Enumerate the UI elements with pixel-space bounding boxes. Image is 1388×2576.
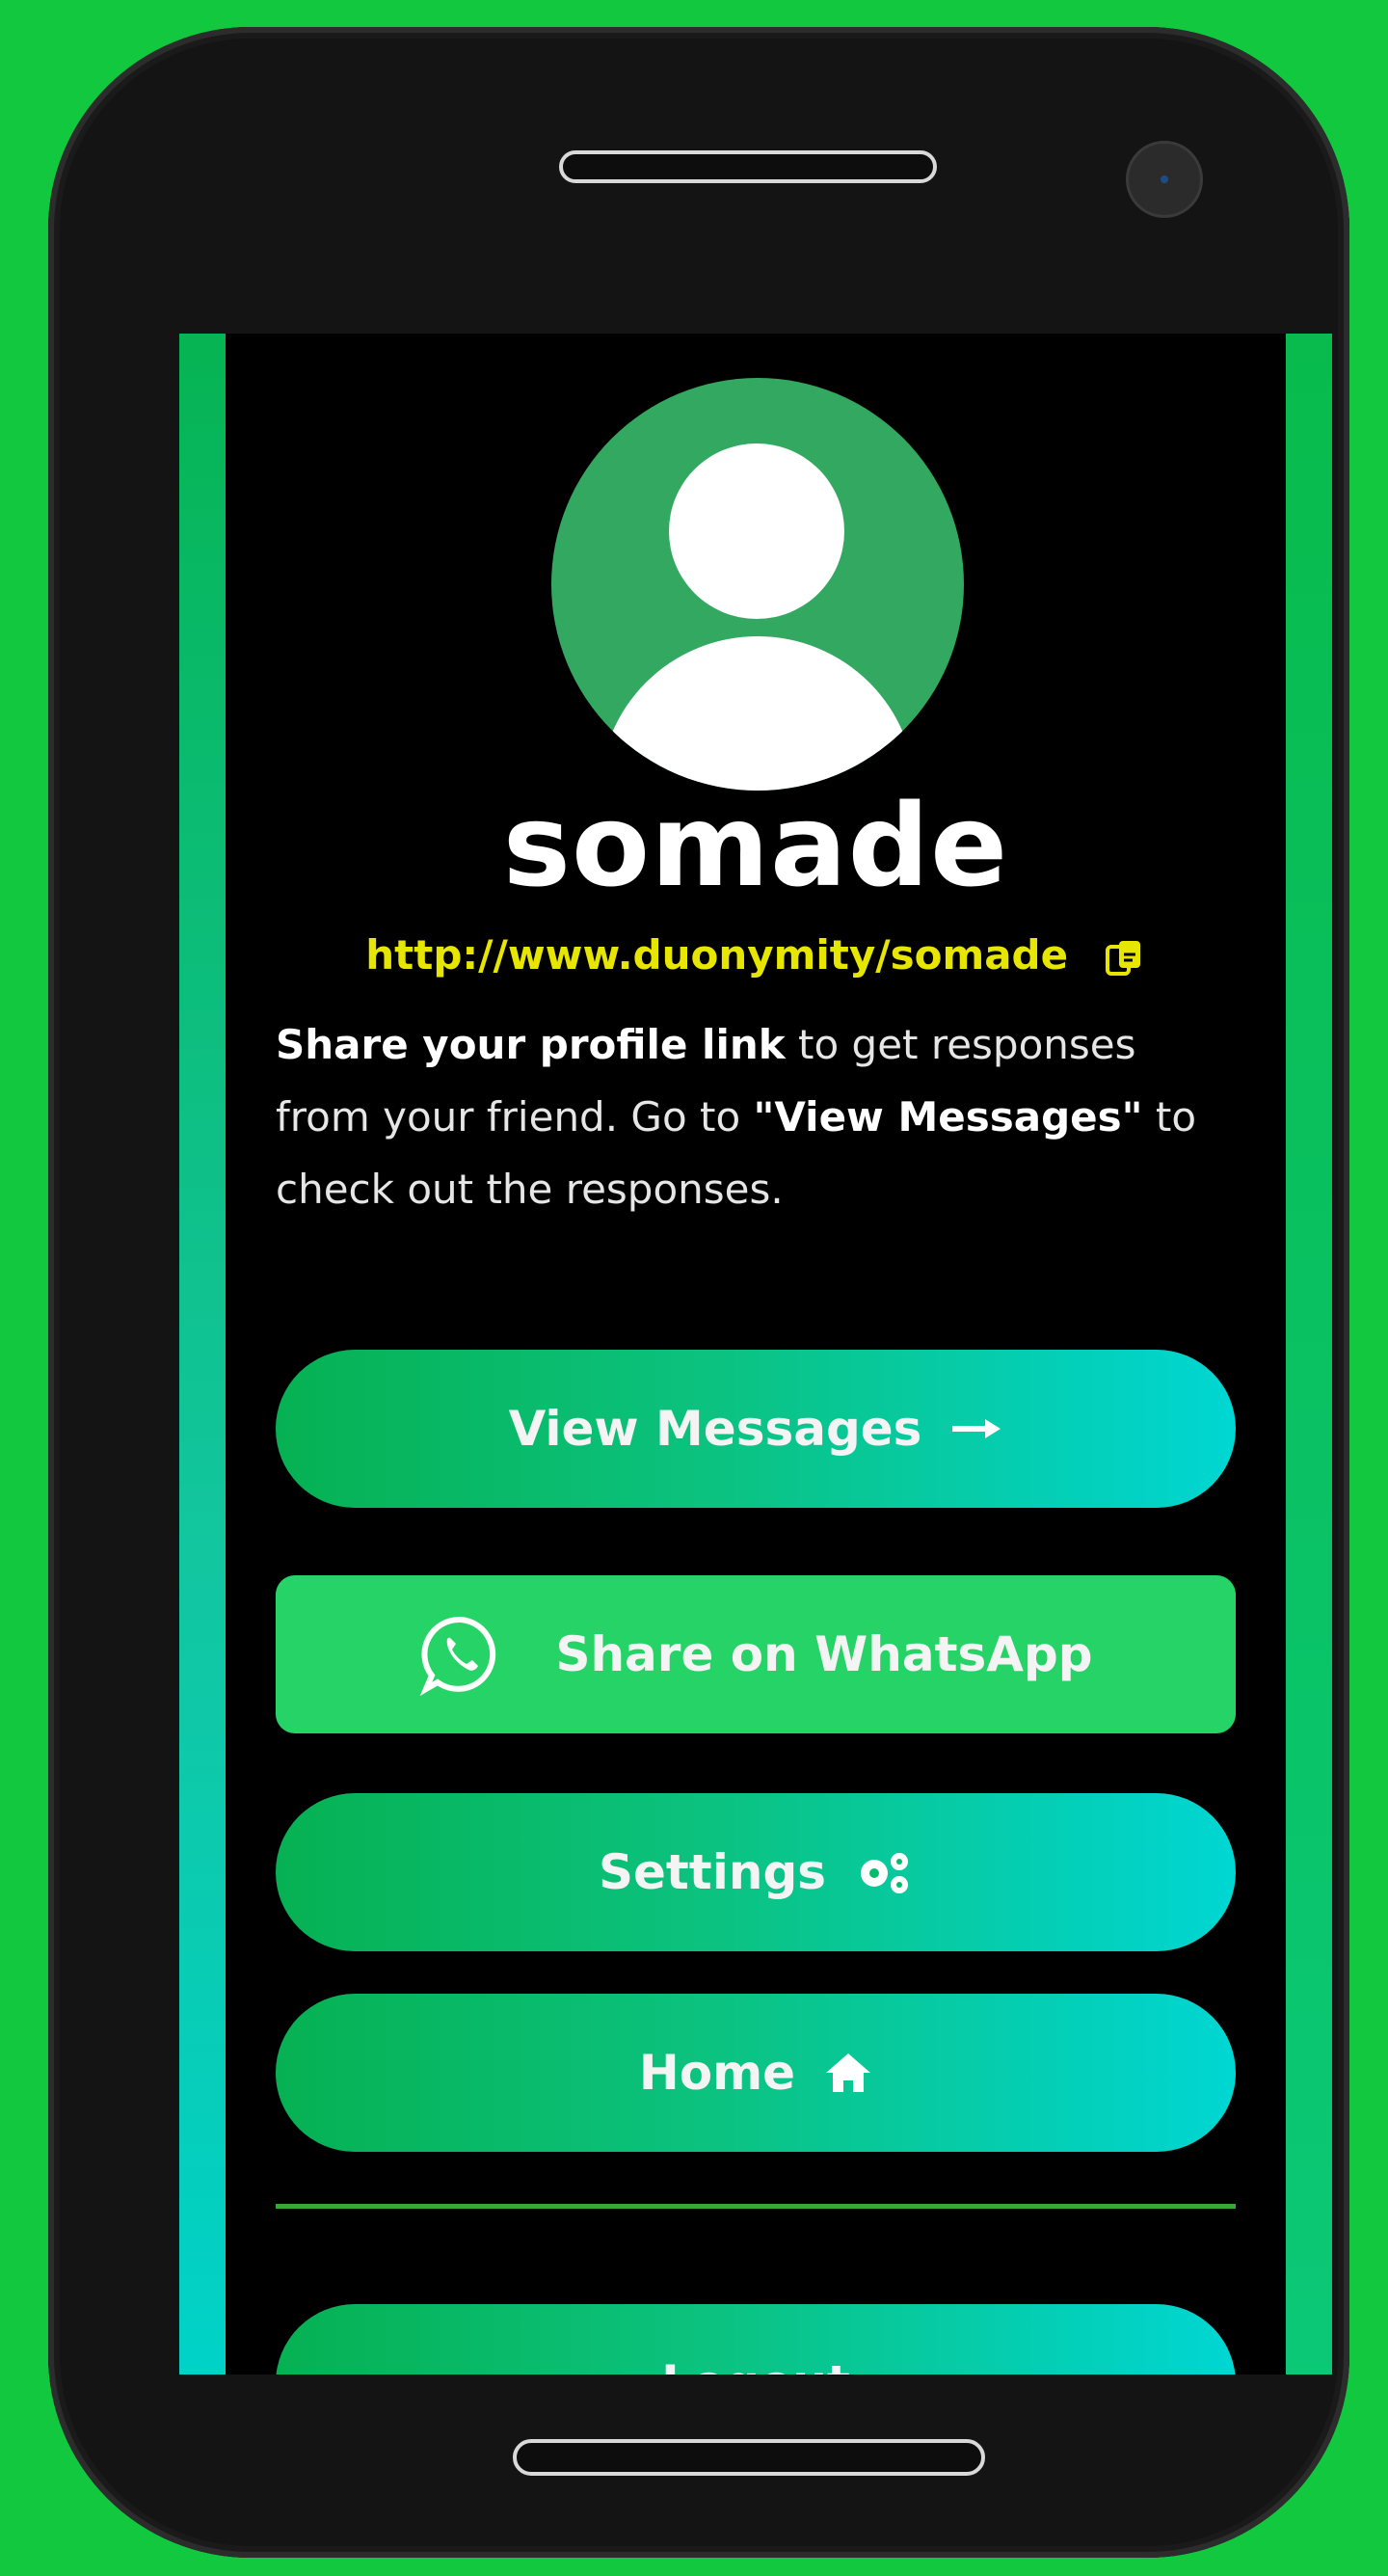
home-button[interactable]: Home [276, 1994, 1236, 2152]
phone-frame: somade http://www.duonymity/somade Share… [48, 27, 1349, 2558]
avatar-head [669, 443, 844, 619]
share-whatsapp-label: Share on WhatsApp [555, 1626, 1093, 1682]
section-divider [276, 2204, 1236, 2209]
avatar-body [600, 636, 916, 791]
earpiece-speaker [559, 150, 937, 183]
logout-label: Logout [661, 2355, 850, 2375]
share-whatsapp-button[interactable]: Share on WhatsApp [276, 1575, 1236, 1733]
profile-link[interactable]: http://www.duonymity/somade [365, 931, 1068, 979]
profile-description: Share your profile link to get responses… [276, 1008, 1236, 1225]
home-icon [824, 2052, 872, 2094]
view-messages-label: View Messages [508, 1401, 922, 1457]
app-screen: somade http://www.duonymity/somade Share… [179, 334, 1332, 2375]
copy-icon[interactable] [1104, 937, 1146, 979]
settings-label: Settings [598, 1844, 826, 1900]
front-camera [1126, 141, 1203, 218]
home-label: Home [638, 2045, 796, 2101]
settings-button[interactable]: Settings [276, 1793, 1236, 1951]
arrow-right-icon [950, 1417, 1002, 1440]
description-quote: "View Messages" [753, 1093, 1143, 1140]
profile-link-row: http://www.duonymity/somade [179, 931, 1332, 979]
whatsapp-icon [418, 1612, 503, 1697]
logout-button[interactable]: Logout [276, 2304, 1236, 2375]
gears-icon [855, 1850, 913, 1894]
bottom-speaker [513, 2439, 985, 2476]
view-messages-button[interactable]: View Messages [276, 1350, 1236, 1508]
user-avatar-icon [551, 378, 964, 791]
profile-username: somade [502, 779, 1009, 912]
description-strong: Share your profile link [276, 1021, 786, 1068]
right-accent-rail [1286, 334, 1332, 2375]
left-accent-rail [179, 334, 226, 2375]
